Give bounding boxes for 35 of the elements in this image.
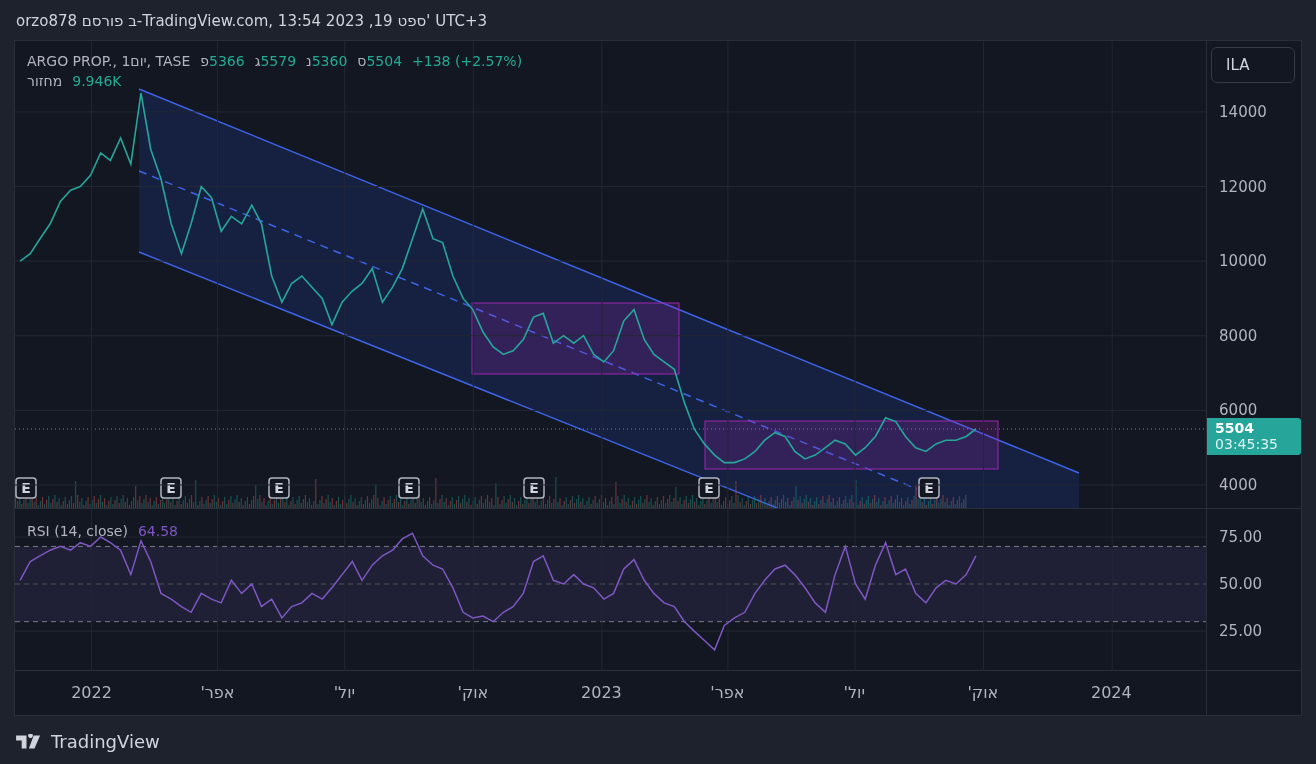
earnings-marker[interactable]: E — [268, 477, 290, 499]
time-axis-label: אפר' — [200, 683, 235, 702]
publish-caption: orzo878 ב פורסם-TradingView.com, 13:54 2023 ,19 ספט' UTC+3 — [15, 11, 488, 32]
earnings-marker[interactable]: E — [523, 477, 545, 499]
time-axis-label: 2022 — [71, 683, 112, 702]
price-axis-label: 8000 — [1219, 326, 1258, 345]
volume-label: מחזור — [27, 73, 63, 89]
time-axis-label: אוק' — [967, 683, 999, 702]
price-axis-label: 12000 — [1219, 177, 1267, 196]
earnings-marker[interactable]: E — [918, 477, 940, 499]
last-price-tag: 5504 03:45:35 — [1207, 418, 1302, 455]
earnings-marker[interactable]: E — [15, 477, 37, 499]
time-axis-label: 2024 — [1090, 683, 1132, 702]
currency-button[interactable]: ILA — [1211, 47, 1296, 83]
earnings-marker[interactable]: E — [160, 477, 182, 499]
time-axis-label: אוק' — [457, 683, 489, 702]
brand-name: TradingView — [51, 731, 160, 752]
volume-value: 9.946K — [72, 73, 122, 89]
earnings-marker[interactable]: E — [398, 477, 420, 499]
symbol-title: ARGO PROP., 1יום, TASE — [27, 53, 191, 69]
rsi-axis-label: 25.00 — [1219, 622, 1263, 641]
time-axis-label: יול' — [843, 683, 866, 702]
rsi-axis-label: 75.00 — [1219, 528, 1263, 546]
time-axis-label: 2023 — [581, 683, 622, 702]
earnings-marker[interactable]: E — [698, 477, 720, 499]
price-change: +138 (+2.57%) — [412, 53, 523, 69]
price-axis-label: 10000 — [1219, 252, 1267, 271]
price-axis-label: 14000 — [1219, 102, 1267, 121]
time-axis-label: אפר' — [710, 683, 745, 702]
rsi-axis-label: 50.00 — [1219, 575, 1263, 594]
price-axis-label: 4000 — [1219, 475, 1258, 494]
price-axis-label: 6000 — [1219, 401, 1258, 420]
rsi-value: 64.58 — [137, 523, 178, 539]
time-axis-label: יול' — [333, 683, 356, 702]
rsi-title: RSI (14, close) — [27, 523, 128, 539]
